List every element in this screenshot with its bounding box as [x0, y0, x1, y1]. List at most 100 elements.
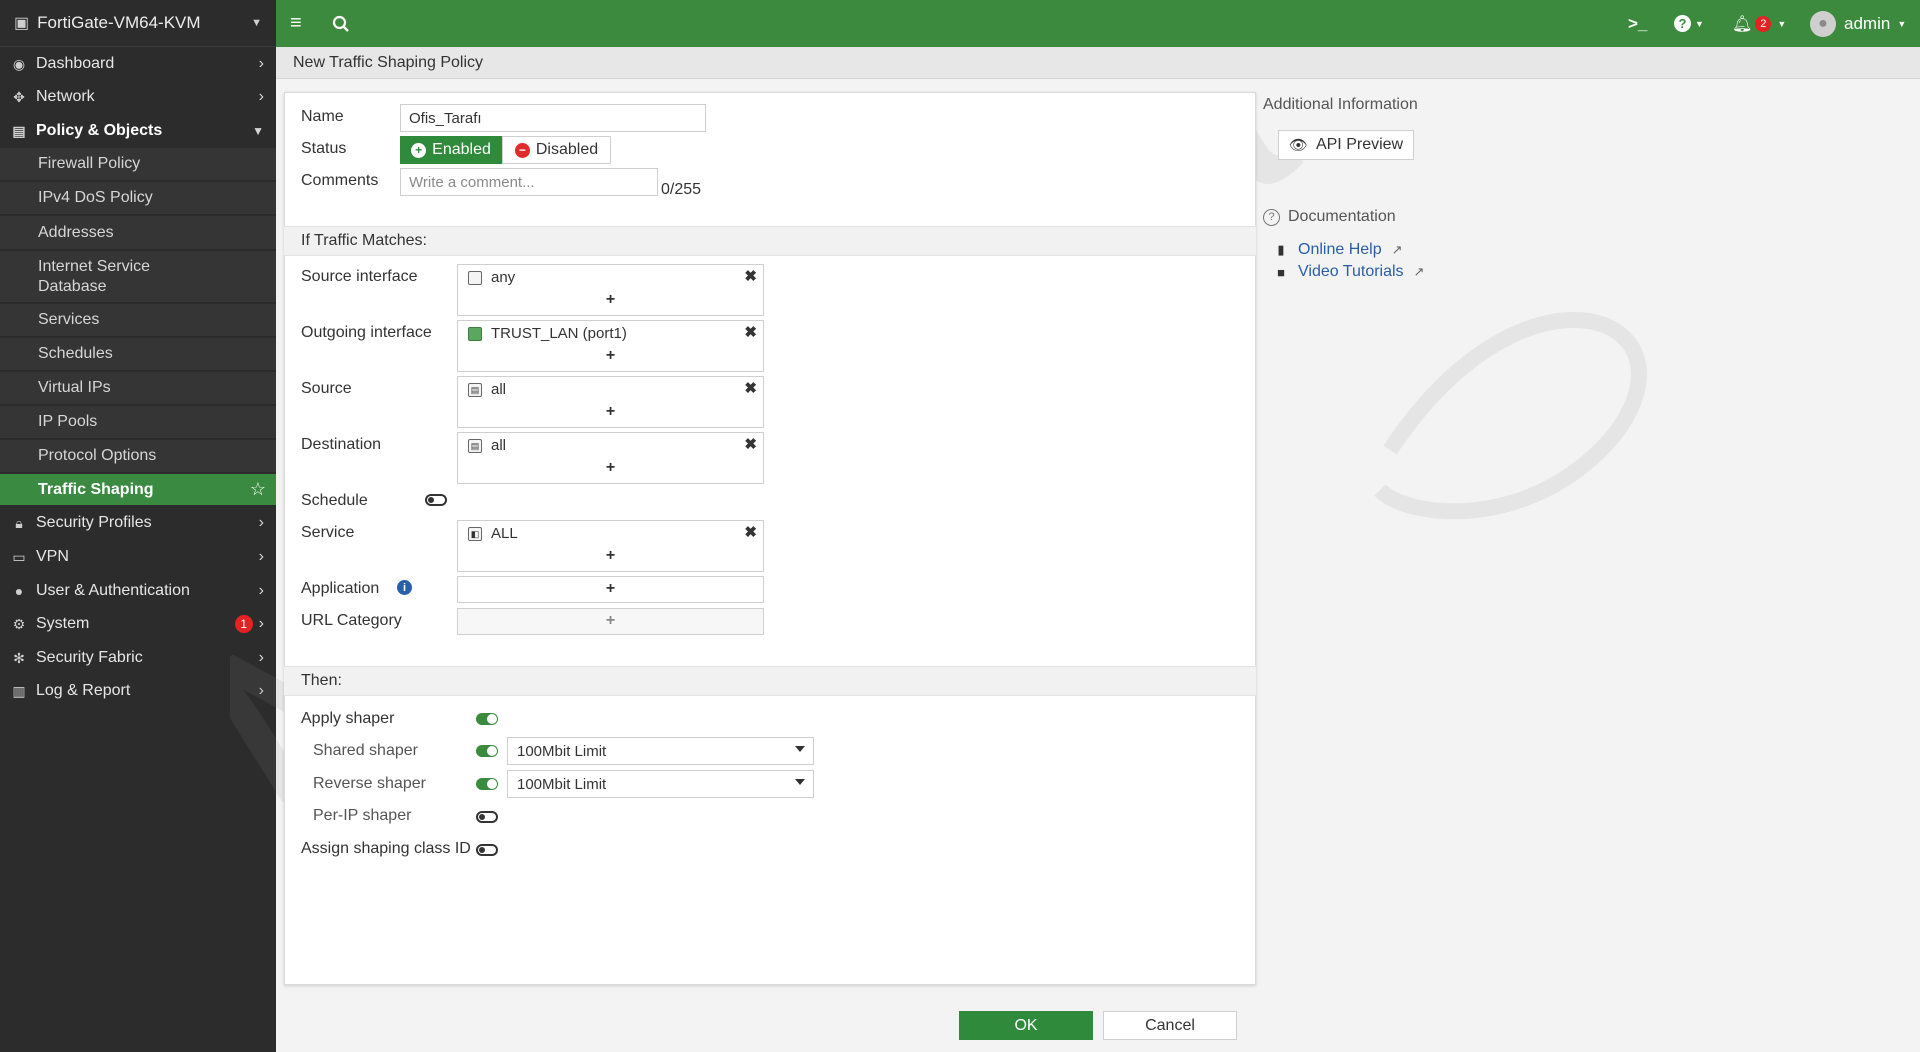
sidebar-subitem-protocol-options[interactable]: Protocol Options: [0, 440, 276, 473]
sidebar-item-log-report[interactable]: ▥ Log & Report ›: [0, 677, 276, 705]
plus-circle-icon: +: [411, 142, 427, 158]
reverse-shaper-select[interactable]: 100Mbit Limit: [507, 770, 814, 798]
destination-label: Destination: [301, 436, 382, 453]
laptop-icon: ▭: [12, 548, 26, 565]
name-field[interactable]: Ofis_Tarafı: [400, 104, 706, 132]
sidebar-item-label: VPN: [36, 548, 69, 565]
sidebar-subitem-traffic-shaping[interactable]: Traffic Shaping ☆: [0, 474, 276, 506]
add-icon[interactable]: +: [458, 403, 763, 421]
outgoing-interface-select[interactable]: TRUST_LAN (port1) ✖ +: [457, 320, 764, 372]
fabric-icon: ✻: [13, 649, 25, 666]
section-title: Then:: [301, 672, 342, 689]
online-help-link[interactable]: ▮ Online Help ↗: [1274, 241, 1402, 259]
source-select[interactable]: ▤ all ✖ +: [457, 376, 764, 428]
info-icon[interactable]: i: [397, 580, 412, 595]
sidebar-item-user-authentication[interactable]: ● User & Authentication ›: [0, 577, 276, 605]
reverse-shaper-toggle[interactable]: [476, 778, 498, 790]
cancel-button[interactable]: Cancel: [1103, 1011, 1237, 1040]
url-category-label: URL Category: [301, 612, 402, 629]
ok-button[interactable]: OK: [959, 1011, 1093, 1040]
comments-field[interactable]: Write a comment...: [400, 168, 658, 196]
sidebar-subitem-label: Addresses: [38, 223, 114, 241]
close-icon[interactable]: ✖: [744, 267, 757, 285]
external-link-icon: ↗: [1413, 264, 1425, 279]
sidebar-item-policy-objects[interactable]: ▤ Policy & Objects ▼: [0, 117, 276, 145]
chevron-right-icon: ›: [258, 582, 264, 599]
user-menu[interactable]: ● admin ▼: [1810, 0, 1906, 47]
notifications-menu[interactable]: 🔔︎ 2 ▼: [1732, 0, 1786, 47]
sidebar-subitem-services[interactable]: Services: [0, 304, 276, 337]
schedule-toggle[interactable]: [425, 494, 447, 506]
add-icon[interactable]: +: [458, 547, 763, 565]
sidebar-subitem-label: Internet Service Database: [38, 257, 151, 295]
api-preview-button[interactable]: 👁︎ API Preview: [1278, 130, 1414, 160]
sidebar-subitem-schedules[interactable]: Schedules: [0, 338, 276, 371]
sidebar-subitem-internet-service-database[interactable]: Internet Service Database: [0, 251, 276, 303]
sidebar-item-vpn[interactable]: ▭ VPN ›: [0, 543, 276, 571]
help-menu[interactable]: ? ▼: [1674, 0, 1704, 47]
video-tutorials-link[interactable]: ■ Video Tutorials ↗: [1274, 263, 1424, 281]
notification-badge: 2: [1755, 15, 1772, 32]
sidebar-subitem-ipv4-dos-policy[interactable]: IPv4 DoS Policy: [0, 182, 276, 215]
status-disabled-button[interactable]: − Disabled: [502, 136, 611, 164]
page-title-bar: New Traffic Shaping Policy: [276, 47, 1920, 79]
sidebar-subitem-label: Services: [38, 311, 100, 328]
entry-label: all: [491, 381, 507, 398]
sidebar-subitem-addresses[interactable]: Addresses: [0, 216, 276, 250]
shaping-class-id-label: Assign shaping class ID: [301, 840, 471, 857]
sidebar-subitem-label: IP Pools: [38, 413, 98, 430]
system-badge: 1: [234, 615, 253, 633]
chart-icon: ▥: [12, 682, 26, 699]
select-value: 100Mbit Limit: [517, 742, 607, 760]
sidebar-subitem-ip-pools[interactable]: IP Pools: [0, 406, 276, 439]
chevron-right-icon: ›: [258, 548, 264, 565]
then-header: Then:: [284, 666, 1256, 696]
sidebar-item-system[interactable]: ⚙ System 1 ›: [0, 610, 276, 638]
service-icon: ◧: [468, 526, 482, 541]
shared-shaper-toggle[interactable]: [476, 745, 498, 757]
star-icon[interactable]: ☆: [250, 479, 266, 500]
close-icon[interactable]: ✖: [744, 323, 757, 341]
shared-shaper-select[interactable]: 100Mbit Limit: [507, 737, 814, 765]
cli-console-icon[interactable]: >_: [1628, 0, 1647, 47]
add-icon[interactable]: +: [458, 612, 763, 630]
device-selector[interactable]: ▣ FortiGate-VM64-KVM ▼: [0, 0, 276, 47]
close-icon[interactable]: ✖: [744, 379, 757, 397]
url-category-select[interactable]: +: [457, 608, 764, 635]
add-icon[interactable]: +: [458, 580, 763, 598]
sidebar-item-security-profiles[interactable]: 🔒︎ Security Profiles ›: [0, 509, 276, 537]
close-icon[interactable]: ✖: [744, 435, 757, 453]
add-icon[interactable]: +: [458, 291, 763, 309]
sidebar-item-label: Security Profiles: [36, 514, 152, 531]
sidebar-item-dashboard[interactable]: ◉ Dashboard ›: [0, 50, 276, 78]
sidebar-item-label: Network: [36, 88, 95, 105]
add-icon[interactable]: +: [458, 347, 763, 365]
close-icon[interactable]: ✖: [744, 523, 757, 541]
apply-shaper-toggle[interactable]: [476, 713, 498, 725]
video-tutorials-label: Video Tutorials: [1298, 263, 1404, 280]
user-name: admin: [1844, 13, 1891, 33]
chevron-down-icon: ▼: [1897, 18, 1907, 29]
eye-icon: 👁︎: [1288, 137, 1308, 154]
sidebar-item-network[interactable]: ✥ Network ›: [0, 83, 276, 111]
chevron-right-icon: ›: [258, 615, 264, 632]
sidebar-subitem-virtual-ips[interactable]: Virtual IPs: [0, 372, 276, 405]
source-interface-select[interactable]: any ✖ +: [457, 264, 764, 316]
sidebar-item-security-fabric[interactable]: ✻ Security Fabric ›: [0, 644, 276, 672]
application-label: Application: [301, 580, 380, 597]
status-enabled-button[interactable]: + Enabled: [400, 136, 502, 164]
lock-icon: 🔒︎: [15, 514, 23, 531]
search-icon[interactable]: [332, 0, 350, 47]
reverse-shaper-label: Reverse shaper: [313, 775, 426, 792]
destination-select[interactable]: ▤ all ✖ +: [457, 432, 764, 484]
sidebar-subitem-firewall-policy[interactable]: Firewall Policy: [0, 148, 276, 181]
documentation-label: Documentation: [1288, 208, 1396, 225]
per-ip-shaper-toggle[interactable]: [476, 811, 498, 823]
user-icon: ●: [14, 583, 24, 599]
chevron-right-icon: ›: [258, 682, 264, 699]
add-icon[interactable]: +: [458, 459, 763, 477]
service-select[interactable]: ◧ ALL ✖ +: [457, 520, 764, 572]
menu-icon[interactable]: ≡: [290, 0, 302, 47]
shaping-class-id-toggle[interactable]: [476, 844, 498, 856]
application-select[interactable]: +: [457, 576, 764, 603]
